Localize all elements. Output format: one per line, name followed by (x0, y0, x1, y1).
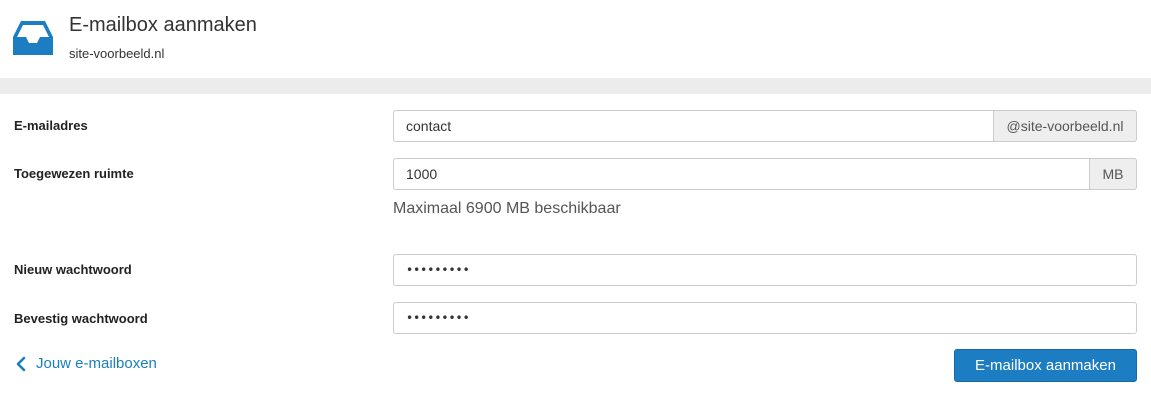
email-label: E-mailadres (14, 118, 88, 133)
new-password-label: Nieuw wachtwoord (14, 262, 132, 277)
quota-label: Toegewezen ruimte (14, 166, 134, 181)
email-domain-addon: @site-voorbeeld.nl (994, 110, 1137, 142)
confirm-password-input[interactable] (393, 302, 1137, 334)
page-subtitle-domain: site-voorbeeld.nl (69, 46, 165, 61)
quota-unit-addon: MB (1090, 158, 1137, 190)
header-divider (0, 78, 1151, 94)
quota-input[interactable] (393, 158, 1090, 190)
create-mailbox-button[interactable]: E-mailbox aanmaken (954, 349, 1137, 382)
inbox-tray-icon (12, 19, 54, 57)
quota-input-group: MB (393, 158, 1137, 190)
new-password-group (393, 254, 1137, 286)
quota-help-text: Maximaal 6900 MB beschikbaar (393, 200, 621, 217)
back-link-label: Jouw e-mailboxen (36, 355, 157, 372)
confirm-password-group (393, 302, 1137, 334)
page-header: E-mailbox aanmaken site-voorbeeld.nl (0, 0, 1151, 78)
confirm-password-label: Bevestig wachtwoord (14, 311, 148, 326)
page-title: E-mailbox aanmaken (69, 14, 257, 36)
chevron-left-icon (14, 356, 28, 372)
back-to-mailboxes-link[interactable]: Jouw e-mailboxen (14, 355, 157, 372)
email-input-group: @site-voorbeeld.nl (393, 110, 1137, 142)
email-local-part-input[interactable] (393, 110, 994, 142)
new-password-input[interactable] (393, 254, 1137, 286)
